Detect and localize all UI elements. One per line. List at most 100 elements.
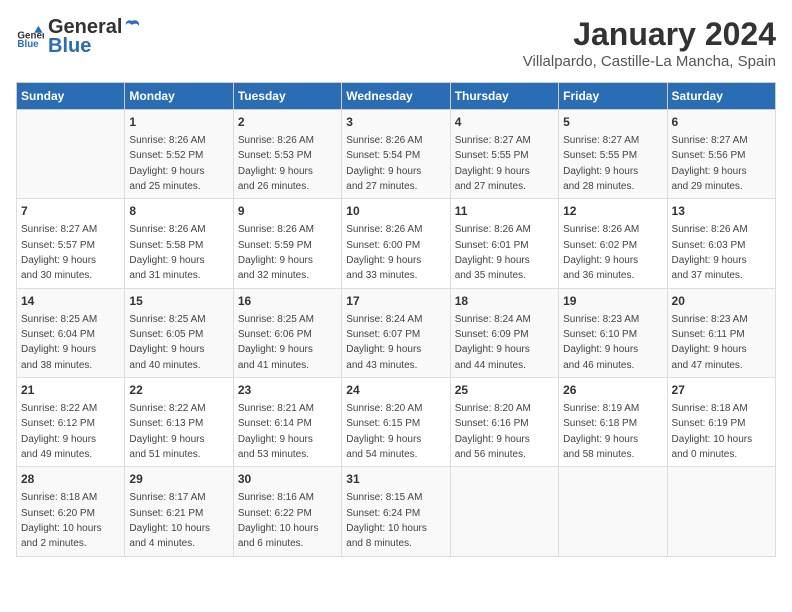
day-info: Sunrise: 8:27 AM Sunset: 5:57 PM Dayligh…	[21, 224, 97, 281]
day-number: 9	[238, 203, 337, 220]
day-info: Sunrise: 8:18 AM Sunset: 6:19 PM Dayligh…	[672, 403, 753, 460]
day-number: 3	[346, 114, 445, 131]
day-number: 31	[346, 471, 445, 488]
calendar-cell: 16 Sunrise: 8:25 AM Sunset: 6:06 PM Dayli…	[233, 288, 341, 377]
calendar-cell: 8 Sunrise: 8:26 AM Sunset: 5:58 PM Daylig…	[125, 199, 233, 288]
calendar-cell: 19Sunrise: 8:23 AM Sunset: 6:10 PM Dayli…	[559, 288, 667, 377]
day-info: Sunrise: 8:26 AM Sunset: 5:53 PM Dayligh…	[238, 135, 314, 192]
calendar-cell: 2 Sunrise: 8:26 AM Sunset: 5:53 PM Daylig…	[233, 110, 341, 199]
col-header-monday: Monday	[125, 83, 233, 110]
calendar-cell: 26 Sunrise: 8:19 AM Sunset: 6:18 PM Dayli…	[559, 378, 667, 467]
calendar-cell: 10 Sunrise: 8:26 AM Sunset: 6:00 PM Dayli…	[342, 199, 450, 288]
calendar-cell: 25Sunrise: 8:20 AM Sunset: 6:16 PM Dayli…	[450, 378, 558, 467]
day-info: Sunrise: 8:21 AM Sunset: 6:14 PM Dayligh…	[238, 403, 314, 460]
day-number: 16	[238, 293, 337, 310]
day-number: 5	[563, 114, 662, 131]
calendar-cell: 27 Sunrise: 8:18 AM Sunset: 6:19 PM Dayli…	[667, 378, 775, 467]
day-number: 1	[129, 114, 228, 131]
day-number: 20	[672, 293, 771, 310]
calendar-cell: 17 Sunrise: 8:24 AM Sunset: 6:07 PM Dayli…	[342, 288, 450, 377]
day-info: Sunrise: 8:22 AM Sunset: 6:12 PM Dayligh…	[21, 403, 97, 460]
week-row-3: 14 Sunrise: 8:25 AM Sunset: 6:04 PM Dayli…	[17, 288, 776, 377]
day-info: Sunrise: 8:18 AM Sunset: 6:20 PM Dayligh…	[21, 492, 102, 549]
calendar-cell	[450, 467, 558, 556]
calendar-cell: 13 Sunrise: 8:26 AM Sunset: 6:03 PM Dayli…	[667, 199, 775, 288]
col-header-saturday: Saturday	[667, 83, 775, 110]
calendar-cell: 29 Sunrise: 8:17 AM Sunset: 6:21 PM Dayli…	[125, 467, 233, 556]
calendar-cell: 31 Sunrise: 8:15 AM Sunset: 6:24 PM Dayli…	[342, 467, 450, 556]
calendar-title: January 2024	[523, 16, 776, 53]
logo: General Blue General Blue	[16, 16, 142, 58]
col-header-sunday: Sunday	[17, 83, 125, 110]
day-info: Sunrise: 8:24 AM Sunset: 6:09 PM Dayligh…	[455, 314, 531, 371]
day-info: Sunrise: 8:27 AM Sunset: 5:55 PM Dayligh…	[455, 135, 531, 192]
day-number: 7	[21, 203, 120, 220]
day-info: Sunrise: 8:25 AM Sunset: 6:06 PM Dayligh…	[238, 314, 314, 371]
week-row-2: 7 Sunrise: 8:27 AM Sunset: 5:57 PM Daylig…	[17, 199, 776, 288]
day-info: Sunrise: 8:22 AM Sunset: 6:13 PM Dayligh…	[129, 403, 205, 460]
calendar-cell: 24 Sunrise: 8:20 AM Sunset: 6:15 PM Dayli…	[342, 378, 450, 467]
calendar-cell: 1Sunrise: 8:26 AM Sunset: 5:52 PM Daylig…	[125, 110, 233, 199]
calendar-cell: 23 Sunrise: 8:21 AM Sunset: 6:14 PM Dayli…	[233, 378, 341, 467]
calendar-cell	[17, 110, 125, 199]
day-info: Sunrise: 8:24 AM Sunset: 6:07 PM Dayligh…	[346, 314, 422, 371]
day-info: Sunrise: 8:15 AM Sunset: 6:24 PM Dayligh…	[346, 492, 427, 549]
svg-text:Blue: Blue	[17, 39, 39, 50]
calendar-cell: 20 Sunrise: 8:23 AM Sunset: 6:11 PM Dayli…	[667, 288, 775, 377]
day-info: Sunrise: 8:20 AM Sunset: 6:15 PM Dayligh…	[346, 403, 422, 460]
title-block: January 2024 Villalpardo, Castille-La Ma…	[523, 16, 776, 70]
day-number: 6	[672, 114, 771, 131]
day-number: 27	[672, 382, 771, 399]
calendar-cell	[559, 467, 667, 556]
col-header-wednesday: Wednesday	[342, 83, 450, 110]
day-number: 22	[129, 382, 228, 399]
calendar-table: SundayMondayTuesdayWednesdayThursdayFrid…	[16, 82, 776, 557]
day-info: Sunrise: 8:26 AM Sunset: 6:03 PM Dayligh…	[672, 224, 748, 281]
day-number: 29	[129, 471, 228, 488]
day-number: 11	[455, 203, 554, 220]
calendar-cell	[667, 467, 775, 556]
day-info: Sunrise: 8:26 AM Sunset: 6:01 PM Dayligh…	[455, 224, 531, 281]
day-number: 24	[346, 382, 445, 399]
calendar-cell: 18Sunrise: 8:24 AM Sunset: 6:09 PM Dayli…	[450, 288, 558, 377]
day-number: 2	[238, 114, 337, 131]
day-info: Sunrise: 8:26 AM Sunset: 5:58 PM Dayligh…	[129, 224, 205, 281]
day-info: Sunrise: 8:16 AM Sunset: 6:22 PM Dayligh…	[238, 492, 319, 549]
day-number: 10	[346, 203, 445, 220]
day-number: 21	[21, 382, 120, 399]
day-number: 23	[238, 382, 337, 399]
calendar-cell: 14 Sunrise: 8:25 AM Sunset: 6:04 PM Dayli…	[17, 288, 125, 377]
week-row-5: 28 Sunrise: 8:18 AM Sunset: 6:20 PM Dayli…	[17, 467, 776, 556]
day-info: Sunrise: 8:23 AM Sunset: 6:11 PM Dayligh…	[672, 314, 748, 371]
col-header-thursday: Thursday	[450, 83, 558, 110]
page-header: General Blue General Blue January 2024 V…	[16, 16, 776, 70]
day-info: Sunrise: 8:17 AM Sunset: 6:21 PM Dayligh…	[129, 492, 210, 549]
day-info: Sunrise: 8:27 AM Sunset: 5:56 PM Dayligh…	[672, 135, 748, 192]
day-number: 25	[455, 382, 554, 399]
day-number: 26	[563, 382, 662, 399]
day-number: 28	[21, 471, 120, 488]
day-info: Sunrise: 8:27 AM Sunset: 5:55 PM Dayligh…	[563, 135, 639, 192]
calendar-cell: 22 Sunrise: 8:22 AM Sunset: 6:13 PM Dayli…	[125, 378, 233, 467]
calendar-cell: 9Sunrise: 8:26 AM Sunset: 5:59 PM Daylig…	[233, 199, 341, 288]
day-number: 19	[563, 293, 662, 310]
day-number: 13	[672, 203, 771, 220]
day-number: 14	[21, 293, 120, 310]
day-info: Sunrise: 8:25 AM Sunset: 6:04 PM Dayligh…	[21, 314, 97, 371]
calendar-cell: 3 Sunrise: 8:26 AM Sunset: 5:54 PM Daylig…	[342, 110, 450, 199]
col-header-friday: Friday	[559, 83, 667, 110]
day-info: Sunrise: 8:26 AM Sunset: 5:54 PM Dayligh…	[346, 135, 422, 192]
day-number: 8	[129, 203, 228, 220]
calendar-cell: 4 Sunrise: 8:27 AM Sunset: 5:55 PM Daylig…	[450, 110, 558, 199]
day-info: Sunrise: 8:26 AM Sunset: 6:00 PM Dayligh…	[346, 224, 422, 281]
calendar-cell: 30Sunrise: 8:16 AM Sunset: 6:22 PM Dayli…	[233, 467, 341, 556]
day-number: 17	[346, 293, 445, 310]
calendar-cell: 12Sunrise: 8:26 AM Sunset: 6:02 PM Dayli…	[559, 199, 667, 288]
calendar-cell: 7 Sunrise: 8:27 AM Sunset: 5:57 PM Daylig…	[17, 199, 125, 288]
day-number: 15	[129, 293, 228, 310]
day-info: Sunrise: 8:19 AM Sunset: 6:18 PM Dayligh…	[563, 403, 639, 460]
calendar-cell: 15Sunrise: 8:25 AM Sunset: 6:05 PM Dayli…	[125, 288, 233, 377]
general-blue-icon: General Blue	[16, 23, 44, 51]
day-number: 4	[455, 114, 554, 131]
calendar-cell: 11 Sunrise: 8:26 AM Sunset: 6:01 PM Dayli…	[450, 199, 558, 288]
